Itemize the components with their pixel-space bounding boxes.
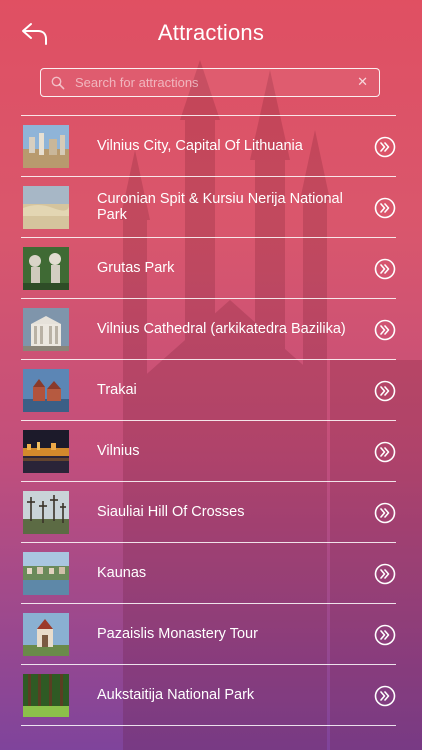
attraction-row[interactable]: Aukstaitija National Park <box>21 665 396 726</box>
attraction-label: Siauliai Hill Of Crosses <box>97 504 245 520</box>
attraction-label: Pazaislis Monastery Tour <box>97 626 258 642</box>
chevron-right-circle-icon[interactable] <box>374 624 396 646</box>
chevron-right-circle-icon[interactable] <box>374 685 396 707</box>
attraction-label: Grutas Park <box>97 260 175 276</box>
attraction-row[interactable]: Trakai <box>21 360 396 421</box>
attraction-label: Aukstaitija National Park <box>97 687 255 703</box>
attraction-row[interactable]: Curonian Spit & Kursiu Nerija National P… <box>21 177 396 238</box>
attraction-label: Trakai <box>97 382 137 398</box>
search-icon <box>51 76 65 90</box>
chevron-right-circle-icon[interactable] <box>374 197 396 219</box>
attraction-thumbnail <box>23 247 69 290</box>
clear-search-icon[interactable]: ✕ <box>357 75 368 89</box>
chevron-right-circle-icon[interactable] <box>374 258 396 280</box>
search-bar: ✕ <box>40 68 380 97</box>
chevron-right-circle-icon[interactable] <box>374 136 396 158</box>
attraction-row[interactable]: Pazaislis Monastery Tour <box>21 604 396 665</box>
chevron-right-circle-icon[interactable] <box>374 563 396 585</box>
chevron-right-circle-icon[interactable] <box>374 441 396 463</box>
attraction-thumbnail <box>23 674 69 717</box>
chevron-right-circle-icon[interactable] <box>374 319 396 341</box>
chevron-right-circle-icon[interactable] <box>374 380 396 402</box>
attraction-row[interactable]: Vilnius <box>21 421 396 482</box>
attraction-thumbnail <box>23 552 69 595</box>
attraction-label: Curonian Spit & Kursiu Nerija National P… <box>97 191 343 223</box>
header-bar: Attractions <box>0 0 422 64</box>
attraction-row[interactable]: Kaunas <box>21 543 396 604</box>
attraction-row[interactable]: Vilnius City, Capital Of Lithuania <box>21 116 396 177</box>
attraction-thumbnail <box>23 308 69 351</box>
chevron-right-circle-icon[interactable] <box>374 502 396 524</box>
search-input[interactable] <box>75 69 345 96</box>
attraction-row[interactable]: Vilnius Cathedral (arkikatedra Bazilika) <box>21 299 396 360</box>
attraction-thumbnail <box>23 491 69 534</box>
attraction-thumbnail <box>23 125 69 168</box>
attraction-label: Vilnius City, Capital Of Lithuania <box>97 138 303 154</box>
attraction-label: Vilnius <box>97 443 140 459</box>
attraction-row[interactable]: Siauliai Hill Of Crosses <box>21 482 396 543</box>
attractions-rows: Vilnius City, Capital Of Lithuania Curon… <box>21 115 396 726</box>
app-screen: Attractions ✕ Vilnius City, Capital Of L… <box>0 0 422 750</box>
attraction-label: Vilnius Cathedral (arkikatedra Bazilika) <box>97 321 346 337</box>
attraction-thumbnail <box>23 369 69 412</box>
page-title: Attractions <box>157 20 265 45</box>
attraction-thumbnail <box>23 430 69 473</box>
attraction-thumbnail <box>23 613 69 656</box>
attraction-row[interactable]: Grutas Park <box>21 238 396 299</box>
attraction-label: Kaunas <box>97 565 147 581</box>
attraction-thumbnail <box>23 186 69 229</box>
